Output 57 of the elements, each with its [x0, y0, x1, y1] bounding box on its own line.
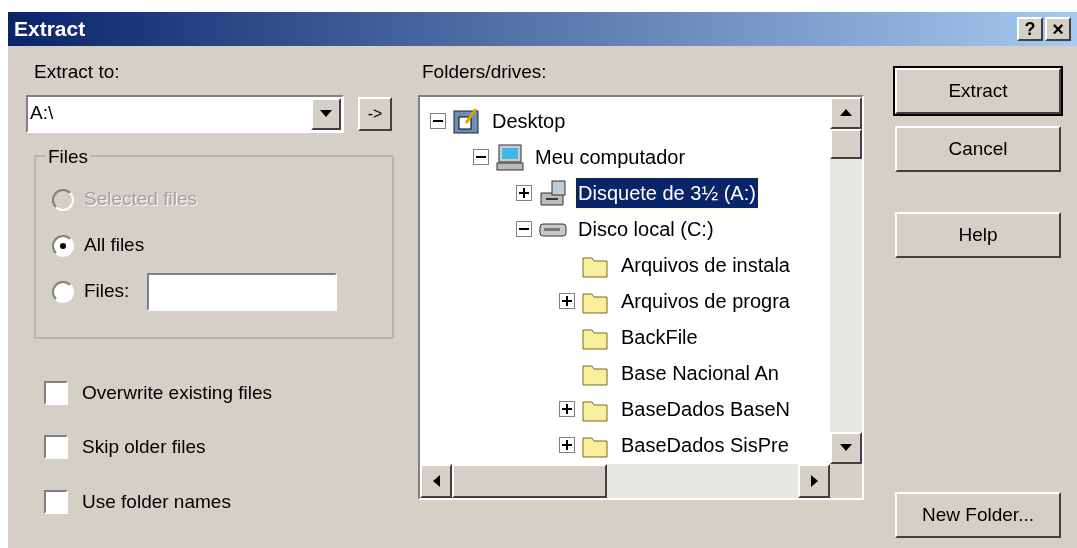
expander-box[interactable] [473, 148, 489, 165]
horizontal-scroll-thumb[interactable] [452, 463, 607, 498]
scroll-up-button[interactable] [830, 96, 862, 129]
radio-button[interactable] [52, 234, 74, 257]
tree-item[interactable]: Disquete de 3½ (A:) [576, 177, 758, 208]
tree-item[interactable]: Arquivos de instala [619, 249, 792, 280]
dropdown-button[interactable] [311, 97, 341, 130]
extract-to-label: Extract to: [34, 60, 121, 84]
left-arrow-icon [432, 474, 440, 487]
tree-item[interactable]: BaseDados SisPre [619, 429, 791, 460]
checkbox[interactable] [44, 489, 68, 514]
files-input-field[interactable] [147, 272, 338, 311]
scroll-down-button[interactable] [830, 431, 862, 464]
expander-box[interactable] [516, 220, 532, 237]
vertical-scrollbar[interactable] [830, 96, 862, 464]
help-button[interactable]: ? [1017, 17, 1043, 41]
close-button[interactable]: × [1045, 17, 1071, 41]
window-title: Extract [14, 16, 86, 43]
floppy-drive-icon [538, 178, 568, 207]
scroll-right-button[interactable] [798, 463, 830, 498]
folders-label: Folders/drives: [422, 60, 548, 84]
checkbox-label[interactable]: Overwrite existing files [82, 378, 273, 407]
checkbox[interactable] [44, 380, 68, 405]
extract-to-combo[interactable]: A:\ [26, 94, 344, 133]
expander-box[interactable] [430, 112, 446, 129]
desktop-icon [452, 106, 482, 135]
scroll-thumb[interactable] [830, 128, 862, 159]
up-arrow-icon [840, 109, 852, 116]
checkbox[interactable] [44, 435, 68, 460]
tree-item[interactable]: Base Nacional An [619, 357, 781, 388]
go-button[interactable]: -> [358, 96, 392, 131]
checkbox-label[interactable]: Use folder names [82, 487, 231, 516]
tree-item[interactable]: BaseDados BaseN [619, 393, 792, 424]
dialog-button[interactable]: Cancel [895, 126, 1061, 172]
radio-label[interactable]: Files: [84, 277, 130, 306]
tree-item[interactable]: BackFile [619, 321, 700, 352]
tree-item[interactable]: Arquivos de progra [619, 285, 792, 316]
expander-box[interactable] [559, 400, 575, 417]
radio-button[interactable] [52, 280, 74, 303]
scroll-left-button[interactable] [420, 463, 452, 498]
expander-box[interactable] [516, 184, 532, 201]
caret-icon [320, 110, 332, 117]
tree-item[interactable]: Disco local (C:) [576, 213, 716, 244]
down-arrow-icon [840, 444, 852, 451]
right-arrow-icon [810, 474, 818, 487]
tree-item[interactable]: Meu computador [533, 141, 688, 172]
tree-item[interactable]: Desktop [490, 105, 568, 136]
expander-box[interactable] [559, 436, 575, 453]
computer-icon [495, 142, 525, 171]
dialog-button[interactable]: Extract [895, 68, 1061, 114]
checkbox-label[interactable]: Skip older files [82, 433, 206, 462]
scrollbar-corner [830, 463, 862, 498]
extract-to-value: A:\ [29, 101, 55, 126]
radio-label[interactable]: All files [84, 231, 145, 260]
dialog-button[interactable]: New Folder... [895, 492, 1061, 538]
dialog-button[interactable]: Help [895, 212, 1061, 258]
expander-box[interactable] [559, 292, 575, 309]
